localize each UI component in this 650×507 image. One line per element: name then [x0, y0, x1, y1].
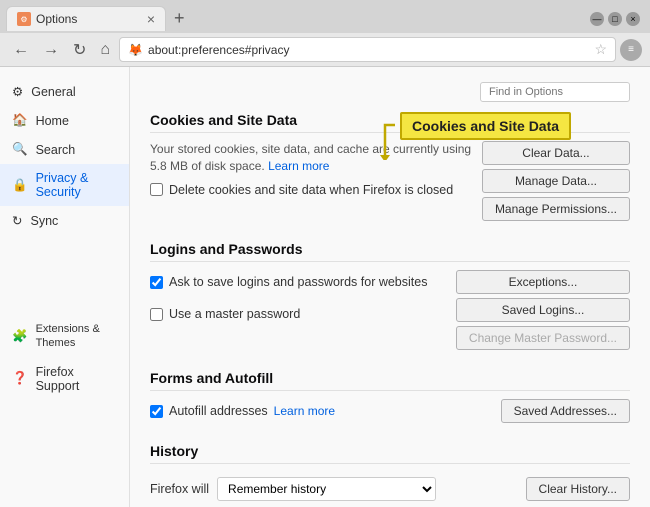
url-input[interactable]: [148, 43, 589, 57]
url-favicon-icon: 🦊: [128, 43, 143, 57]
sidebar-item-extensions[interactable]: 🧩 Extensions & Themes: [0, 315, 129, 358]
sidebar-item-extensions-label: Extensions & Themes: [36, 322, 117, 351]
master-password-checkbox[interactable]: [150, 308, 163, 321]
general-icon: ⚙: [12, 84, 23, 99]
tab-favicon: ⚙: [17, 12, 31, 26]
content-area: Cookies and Site Data Cookies and Site D…: [130, 67, 650, 507]
sidebar-item-sync[interactable]: ↻ Sync: [0, 206, 129, 235]
cookies-section-desc: Your stored cookies, site data, and cach…: [150, 141, 472, 175]
maximize-button[interactable]: □: [608, 12, 622, 26]
back-button[interactable]: ←: [8, 39, 34, 61]
ask-save-logins-checkbox-row: Ask to save logins and passwords for web…: [150, 275, 446, 289]
saved-logins-button[interactable]: Saved Logins...: [456, 298, 630, 322]
sidebar-item-sync-label: Sync: [30, 214, 58, 228]
toolbar-icon-1[interactable]: ≡: [620, 39, 642, 61]
history-section-title: History: [150, 443, 630, 464]
tab-close-button[interactable]: ×: [147, 12, 155, 26]
sidebar-item-general[interactable]: ⚙ General: [0, 77, 129, 106]
lock-icon: 🔒: [12, 178, 28, 193]
close-button[interactable]: ×: [626, 12, 640, 26]
sidebar-item-search[interactable]: 🔍 Search: [0, 135, 129, 164]
content-wrapper: Cookies and Site Data Cookies and Site D…: [150, 112, 630, 507]
navigation-bar: ← → ↻ ⌂ 🦊 ☆ ≡: [0, 33, 650, 66]
saved-addresses-button[interactable]: Saved Addresses...: [501, 399, 630, 423]
refresh-button[interactable]: ↻: [68, 38, 91, 62]
autofill-checkbox-row: Autofill addresses Learn more: [150, 404, 335, 418]
forms-section: Forms and Autofill Autofill addresses Le…: [150, 370, 630, 423]
new-tab-button[interactable]: +: [166, 4, 193, 33]
master-password-label: Use a master password: [169, 307, 300, 321]
forward-button[interactable]: →: [38, 39, 64, 61]
url-bar[interactable]: 🦊 ☆: [119, 37, 616, 62]
extensions-icon: 🧩: [12, 329, 28, 344]
main-container: ⚙ General 🏠 Home 🔍 Search 🔒 Privacy & Se…: [0, 67, 650, 507]
delete-cookies-label: Delete cookies and site data when Firefo…: [169, 183, 453, 197]
active-tab[interactable]: ⚙ Options ×: [6, 6, 166, 31]
find-options-bar: [150, 82, 630, 102]
minimize-button[interactable]: —: [590, 12, 604, 26]
clear-data-button[interactable]: Clear Data...: [482, 141, 630, 165]
manage-permissions-button[interactable]: Manage Permissions...: [482, 197, 630, 221]
history-field-row: Firefox will Remember history Never reme…: [150, 477, 436, 501]
sidebar-item-search-label: Search: [36, 143, 76, 157]
sidebar-item-home[interactable]: 🏠 Home: [0, 106, 129, 135]
history-dropdown[interactable]: Remember history Never remember history …: [217, 477, 436, 501]
sidebar-item-support-label: Firefox Support: [36, 365, 117, 393]
cookies-section: Cookies and Site Data Your stored cookie…: [150, 112, 630, 221]
support-icon: ❓: [12, 371, 28, 386]
sidebar-item-privacy-label: Privacy & Security: [36, 171, 117, 199]
sync-icon: ↻: [12, 213, 22, 228]
firefox-will-label: Firefox will: [150, 482, 209, 496]
tab-title: Options: [36, 12, 142, 26]
browser-chrome: ⚙ Options × + — □ × ← → ↻ ⌂ 🦊 ☆ ≡: [0, 0, 650, 67]
sidebar-item-home-label: Home: [36, 114, 69, 128]
ask-save-logins-label: Ask to save logins and passwords for web…: [169, 275, 427, 289]
find-in-options-input[interactable]: [480, 82, 630, 102]
cookies-learn-more-link[interactable]: Learn more: [268, 159, 329, 173]
home-button[interactable]: ⌂: [95, 39, 115, 61]
autofill-addresses-label: Autofill addresses: [169, 404, 268, 418]
ask-save-logins-checkbox[interactable]: [150, 276, 163, 289]
change-master-password-button[interactable]: Change Master Password...: [456, 326, 630, 350]
sidebar-item-general-label: General: [31, 85, 75, 99]
autofill-addresses-checkbox[interactable]: [150, 405, 163, 418]
autofill-learn-more-link[interactable]: Learn more: [274, 404, 335, 418]
sidebar: ⚙ General 🏠 Home 🔍 Search 🔒 Privacy & Se…: [0, 67, 130, 507]
cookies-section-title: Cookies and Site Data: [150, 112, 630, 133]
master-password-checkbox-row: Use a master password: [150, 307, 446, 321]
sidebar-item-privacy[interactable]: 🔒 Privacy & Security: [0, 164, 129, 206]
logins-section-title: Logins and Passwords: [150, 241, 630, 262]
clear-history-button[interactable]: Clear History...: [526, 477, 630, 501]
manage-data-button[interactable]: Manage Data...: [482, 169, 630, 193]
delete-cookies-checkbox[interactable]: [150, 183, 163, 196]
history-section: History Firefox will Remember history Ne…: [150, 443, 630, 507]
sidebar-item-support[interactable]: ❓ Firefox Support: [0, 358, 129, 400]
forms-section-title: Forms and Autofill: [150, 370, 630, 391]
delete-cookies-checkbox-row: Delete cookies and site data when Firefo…: [150, 183, 472, 197]
toolbar-icons: ≡: [620, 39, 642, 61]
bookmark-star-icon[interactable]: ☆: [594, 41, 607, 58]
exceptions-button[interactable]: Exceptions...: [456, 270, 630, 294]
home-icon: 🏠: [12, 113, 28, 128]
search-icon: 🔍: [12, 142, 28, 157]
logins-section: Logins and Passwords Ask to save logins …: [150, 241, 630, 350]
